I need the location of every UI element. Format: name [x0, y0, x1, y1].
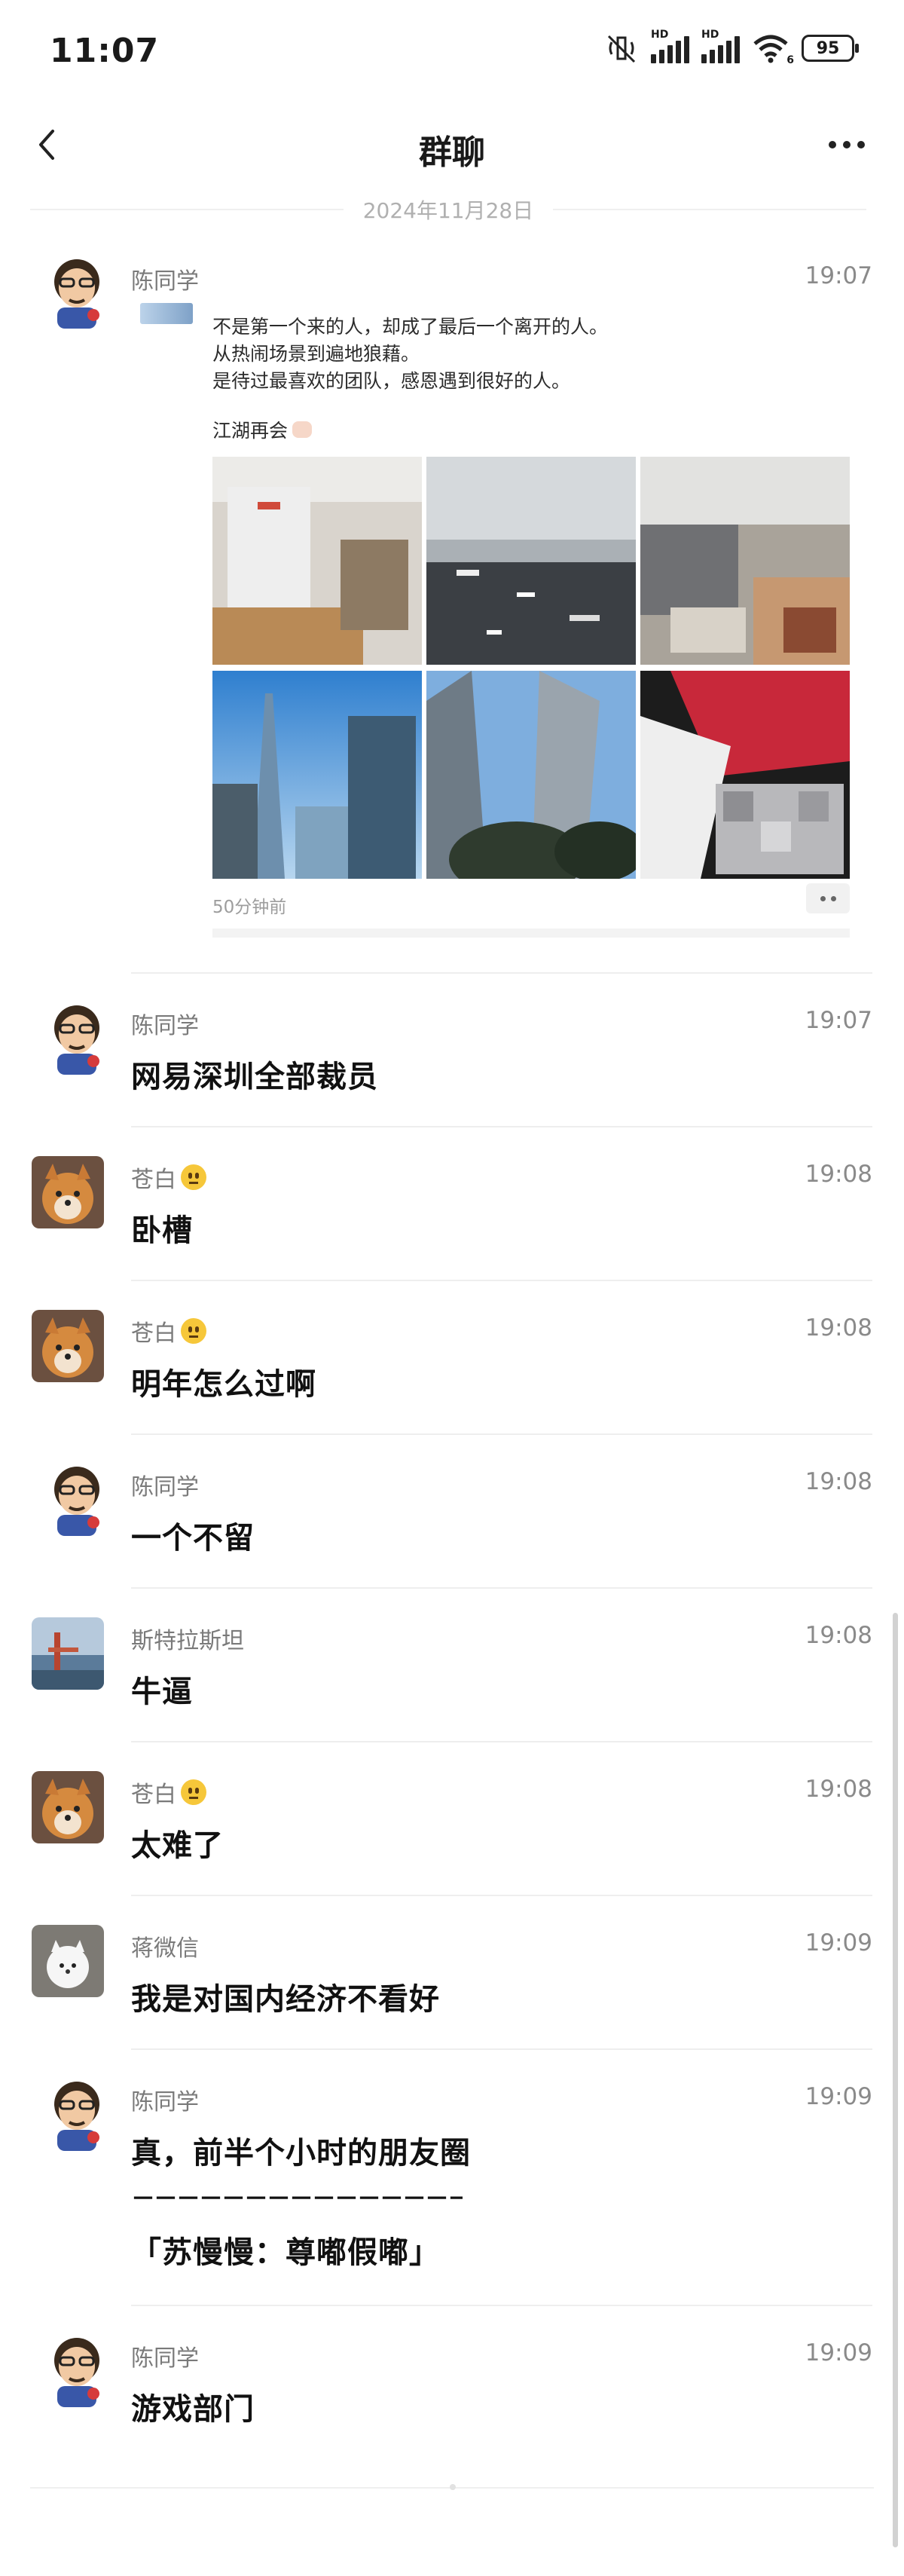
message-text-line: 真，前半个小时的朋友圈: [131, 2136, 471, 2171]
card-text-line: 不是第一个来的人，却成了最后一个离开的人。: [212, 316, 609, 338]
message-divider: [131, 1741, 872, 1742]
message-time: 19:07: [805, 1007, 872, 1034]
card-text-line: 江湖再会: [212, 416, 313, 443]
hand-emoji-icon: [292, 421, 313, 438]
avatar[interactable]: [47, 1464, 107, 1536]
message-time: 19:09: [805, 2339, 872, 2366]
message-text: 我是对国内经济不看好: [131, 1982, 440, 2017]
messy-office-floor-photo[interactable]: [426, 457, 636, 665]
sender-name: 陈同学: [131, 2089, 199, 2116]
message-time: 19:08: [805, 1468, 872, 1495]
message-divider: [131, 1433, 872, 1435]
message-divider: [131, 1126, 872, 1127]
message-divider: [131, 1587, 872, 1589]
battery-icon: 95: [802, 35, 859, 62]
card-footer: [212, 929, 850, 938]
message-time: 19:09: [805, 1929, 872, 1956]
message-text: 太难了: [131, 1828, 224, 1863]
status-icons: HD HD 6 95: [604, 29, 859, 66]
message-text-line: 「苏慢慢：尊嘟假嘟」: [131, 2235, 440, 2270]
sender-name: 苍白: [131, 1776, 206, 1809]
message-text: 牛逼: [131, 1675, 193, 1709]
message-divider: [131, 1895, 872, 1896]
more-options-button[interactable]: [817, 122, 877, 167]
neutral-face-emoji-icon: [181, 1318, 206, 1344]
message-text: 游戏部门: [131, 2392, 255, 2427]
shared-moments-card[interactable]: 不是第一个来的人，却成了最后一个离开的人。 从热闹场景到遍地狼藉。 是待过最喜欢…: [140, 295, 856, 950]
message-time: 19:08: [805, 1776, 872, 1803]
signal-1-icon: HD: [651, 29, 689, 63]
office-boxes-photo[interactable]: [640, 457, 850, 665]
avatar[interactable]: [47, 1002, 107, 1075]
avatar[interactable]: [47, 2335, 107, 2407]
neutral-face-emoji-icon: [181, 1779, 206, 1805]
wifi-badge: 6: [786, 54, 794, 66]
message-text: 明年怎么过啊: [131, 1367, 316, 1402]
avatar[interactable]: [47, 2079, 107, 2151]
photo-grid: [212, 457, 850, 879]
chat-header: 群聊: [0, 106, 904, 188]
wifi-icon: 6: [752, 33, 794, 66]
message-text-line: －－－－－－－－－－－－－－－: [131, 2184, 463, 2213]
sender-name: 蒋微信: [131, 1935, 199, 1962]
post-time-ago: 50分钟前: [212, 898, 287, 917]
signal-2-icon: HD: [701, 29, 740, 63]
list-end-dot: [450, 2484, 456, 2490]
message-time: 19:08: [805, 1314, 872, 1342]
card-options-button[interactable]: [806, 883, 850, 913]
message-divider: [131, 1280, 872, 1281]
message-time: 19:07: [805, 262, 872, 289]
message-divider: [131, 2048, 872, 2050]
muted-vibrate-icon: [604, 33, 639, 63]
avatar[interactable]: [32, 1156, 104, 1228]
message-time: 19:08: [805, 1622, 872, 1649]
message-time: 19:08: [805, 1161, 872, 1188]
message-divider: [131, 2305, 872, 2306]
card-text-line: 从热闹场景到遍地狼藉。: [212, 343, 420, 365]
avatar[interactable]: [32, 1925, 104, 1997]
sender-name: 苍白: [131, 1314, 206, 1348]
sender-name: 陈同学: [131, 1013, 199, 1039]
empty-office-photo[interactable]: [212, 457, 422, 665]
sender-name: 陈同学: [131, 1474, 199, 1501]
red-black-blurred-photo[interactable]: [640, 671, 850, 879]
shenzhen-skyline-photo[interactable]: [212, 671, 422, 879]
clock: 11:07: [50, 32, 160, 70]
sender-name: 陈同学: [131, 268, 199, 295]
status-bar: 11:07 HD HD 6 95: [0, 0, 904, 106]
message-time: 19:09: [805, 2083, 872, 2110]
message-text: 卧槽: [131, 1213, 193, 1248]
scrollbar[interactable]: [893, 1613, 898, 2547]
thumbnail-image: [140, 303, 193, 324]
sender-name: 苍白: [131, 1161, 206, 1194]
message-text: 一个不留: [131, 1521, 255, 1556]
tower-building-photo[interactable]: [426, 671, 636, 879]
card-text-line: 是待过最喜欢的团队，感恩遇到很好的人。: [212, 370, 571, 392]
avatar[interactable]: [32, 1617, 104, 1690]
neutral-face-emoji-icon: [181, 1164, 206, 1190]
avatar[interactable]: [32, 1310, 104, 1382]
message-text: 网易深圳全部裁员: [131, 1060, 378, 1094]
sender-name: 陈同学: [131, 2345, 199, 2372]
chat-title: 群聊: [419, 133, 485, 172]
date-separator: 2024年11月28日: [30, 194, 866, 225]
avatar[interactable]: [47, 256, 107, 329]
avatar[interactable]: [32, 1771, 104, 1843]
message-divider: [131, 972, 872, 974]
sender-name: 斯特拉斯坦: [131, 1628, 244, 1654]
